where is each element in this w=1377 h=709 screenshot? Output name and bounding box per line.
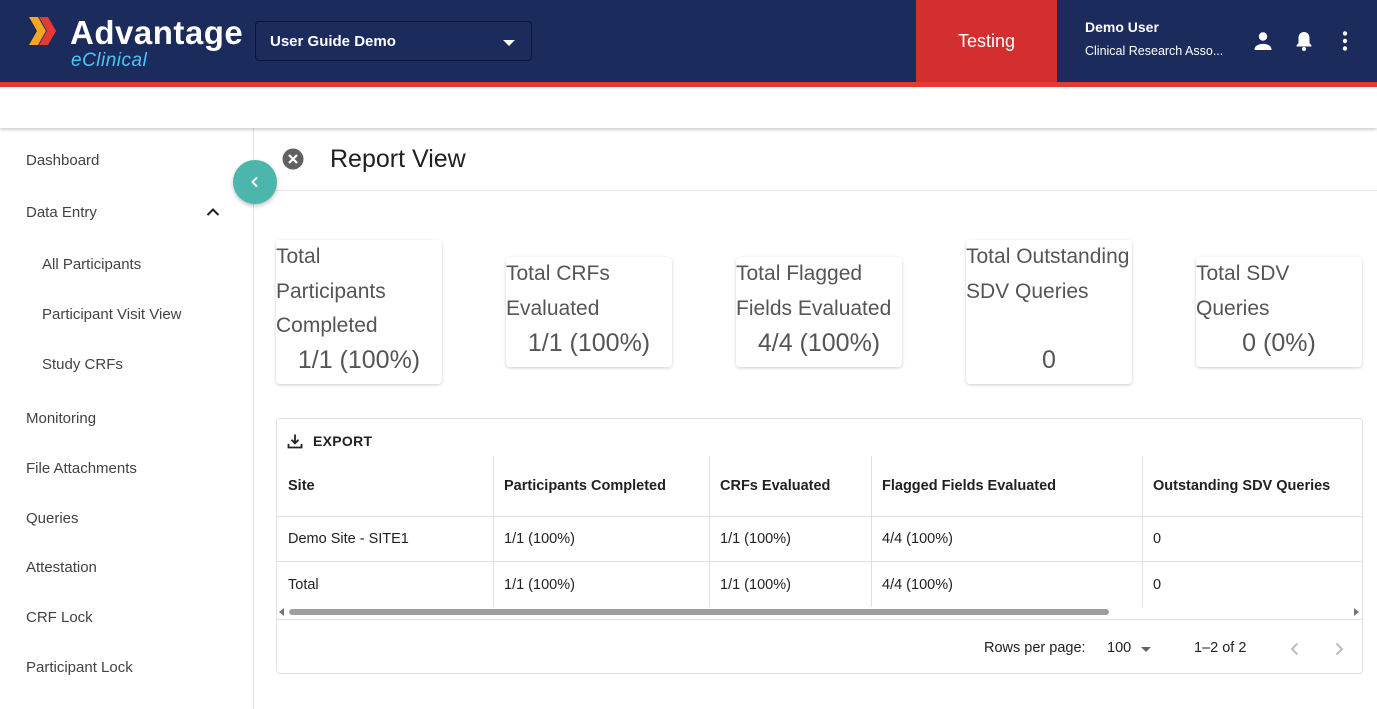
sidebar-item-study-crfs[interactable]: Study CRFs	[42, 356, 123, 373]
sidebar-item-attestation[interactable]: Attestation	[26, 559, 97, 576]
table-cell-site: Demo Site - SITE1	[277, 517, 494, 561]
close-icon[interactable]	[282, 148, 304, 170]
sidebar-item-file-attachments[interactable]: File Attachments	[26, 460, 137, 477]
card-value: 1/1 (100%)	[297, 346, 421, 374]
scroll-right-arrow-icon[interactable]	[1353, 608, 1359, 616]
pagination-range: 1–2 of 2	[1194, 640, 1247, 656]
environment-badge: Testing	[916, 0, 1057, 82]
horizontal-scrollbar[interactable]	[277, 606, 1362, 618]
chevron-left-icon	[251, 176, 258, 188]
bell-icon[interactable]	[1292, 29, 1316, 53]
scrollbar-thumb[interactable]	[289, 609, 1109, 615]
export-label: EXPORT	[313, 433, 373, 449]
user-name: Demo User	[1085, 19, 1159, 35]
page-title: Report View	[330, 145, 466, 173]
table-cell-outstanding-sdv-queries: 0	[1153, 576, 1162, 593]
user-info[interactable]: Demo User Clinical Research Asso...	[1085, 19, 1235, 58]
table-row[interactable]: Total 1/1 (100%) 1/1 (100%) 4/4 (100%) 0	[277, 562, 1362, 607]
table-header-row: Site Participants Completed CRFs Evaluat…	[277, 456, 1362, 517]
table-row[interactable]: Demo Site - SITE1 1/1 (100%) 1/1 (100%) …	[277, 517, 1362, 562]
card-label: Total Outstanding SDV Queries	[966, 245, 1130, 303]
summary-card-flagged-fields-evaluated: Total Flagged Fields Evaluated 4/4 (100%…	[736, 257, 902, 367]
table-cell-site: Total	[277, 562, 494, 607]
card-label: Total Participants Completed	[276, 245, 386, 337]
card-value: 0	[1042, 346, 1056, 374]
export-button[interactable]: EXPORT	[287, 431, 372, 451]
download-icon	[287, 434, 303, 449]
card-value: 4/4 (100%)	[757, 329, 881, 357]
table-cell-flagged-fields-evaluated: 4/4 (100%)	[871, 517, 1143, 561]
card-label: Total SDV Queries	[1196, 262, 1290, 320]
sidebar-item-dashboard[interactable]: Dashboard	[26, 152, 99, 169]
summary-card-participants-completed: Total Participants Completed 1/1 (100%)	[276, 240, 442, 384]
report-table-card: EXPORT Site Participants Completed CRFs …	[276, 418, 1363, 674]
collapse-sidebar-button[interactable]	[233, 160, 277, 204]
sidebar-item-data-entry[interactable]: Data Entry	[26, 204, 97, 221]
sidebar-item-crf-lock[interactable]: CRF Lock	[26, 609, 93, 626]
table-cell-participants-completed: 1/1 (100%)	[493, 562, 710, 607]
app-logo[interactable]: Advantage eClinical	[27, 14, 247, 74]
dropdown-arrow-icon	[1141, 647, 1151, 652]
table-cell-flagged-fields-evaluated: 4/4 (100%)	[871, 562, 1143, 607]
logo-chevron-icon	[29, 17, 56, 45]
summary-card-outstanding-sdv-queries: Total Outstanding SDV Queries 0	[966, 240, 1132, 384]
user-role: Clinical Research Asso...	[1085, 44, 1224, 58]
summary-card-crfs-evaluated: Total CRFs Evaluated 1/1 (100%)	[506, 257, 672, 367]
card-value: 0 (0%)	[1242, 329, 1316, 357]
column-header-site[interactable]: Site	[277, 456, 494, 516]
chevron-up-icon[interactable]	[205, 204, 221, 220]
previous-page-icon[interactable]	[1283, 637, 1307, 661]
study-select[interactable]: User Guide Demo	[255, 21, 532, 61]
sidebar-item-participant-visit-view[interactable]: Participant Visit View	[42, 306, 182, 323]
top-app-bar: Advantage eClinical User Guide Demo Test…	[0, 0, 1377, 82]
logo-main-text: Advantage	[70, 14, 244, 51]
main-content: Report View Total Participants Completed…	[255, 128, 1377, 709]
card-label: Total Flagged Fields Evaluated	[736, 262, 892, 320]
account-icon[interactable]	[1251, 29, 1275, 53]
table-cell-crfs-evaluated: 1/1 (100%)	[709, 517, 872, 561]
card-value: 1/1 (100%)	[527, 329, 651, 357]
more-vert-icon[interactable]	[1333, 29, 1357, 53]
rows-per-page-select[interactable]: 100	[1107, 639, 1157, 659]
rows-per-page-label: Rows per page:	[984, 640, 1086, 656]
next-page-icon[interactable]	[1327, 637, 1351, 661]
column-header-participants-completed[interactable]: Participants Completed	[493, 456, 710, 516]
card-label: Total CRFs Evaluated	[506, 262, 610, 320]
scroll-left-arrow-icon[interactable]	[279, 608, 285, 616]
rows-per-page-value: 100	[1107, 640, 1132, 656]
table-cell-participants-completed: 1/1 (100%)	[493, 517, 710, 561]
sidebar-item-queries[interactable]: Queries	[26, 510, 79, 527]
table-pagination: Rows per page: 100 1–2 of 2	[277, 619, 1362, 675]
table-cell-crfs-evaluated: 1/1 (100%)	[709, 562, 872, 607]
column-header-flagged-fields-evaluated[interactable]: Flagged Fields Evaluated	[871, 456, 1143, 516]
summary-card-sdv-queries: Total SDV Queries 0 (0%)	[1196, 257, 1362, 367]
page-title-bar: Report View	[255, 128, 1377, 191]
logo-sub-text: eClinical	[71, 50, 148, 71]
sidebar-item-all-participants[interactable]: All Participants	[42, 256, 141, 273]
environment-label: Testing	[957, 30, 1016, 51]
sub-header-bar	[0, 87, 1377, 128]
study-select-value: User Guide Demo	[270, 33, 396, 50]
dropdown-arrow-icon	[503, 40, 515, 46]
column-header-outstanding-sdv-queries[interactable]: Outstanding SDV Queries	[1142, 456, 1362, 516]
sidebar-nav: Dashboard Data Entry All Participants Pa…	[0, 128, 254, 709]
sidebar-item-participant-lock[interactable]: Participant Lock	[26, 659, 133, 676]
column-header-crfs-evaluated[interactable]: CRFs Evaluated	[709, 456, 872, 516]
table-cell-outstanding-sdv-queries: 0	[1153, 531, 1162, 547]
sidebar-item-monitoring[interactable]: Monitoring	[26, 410, 96, 427]
